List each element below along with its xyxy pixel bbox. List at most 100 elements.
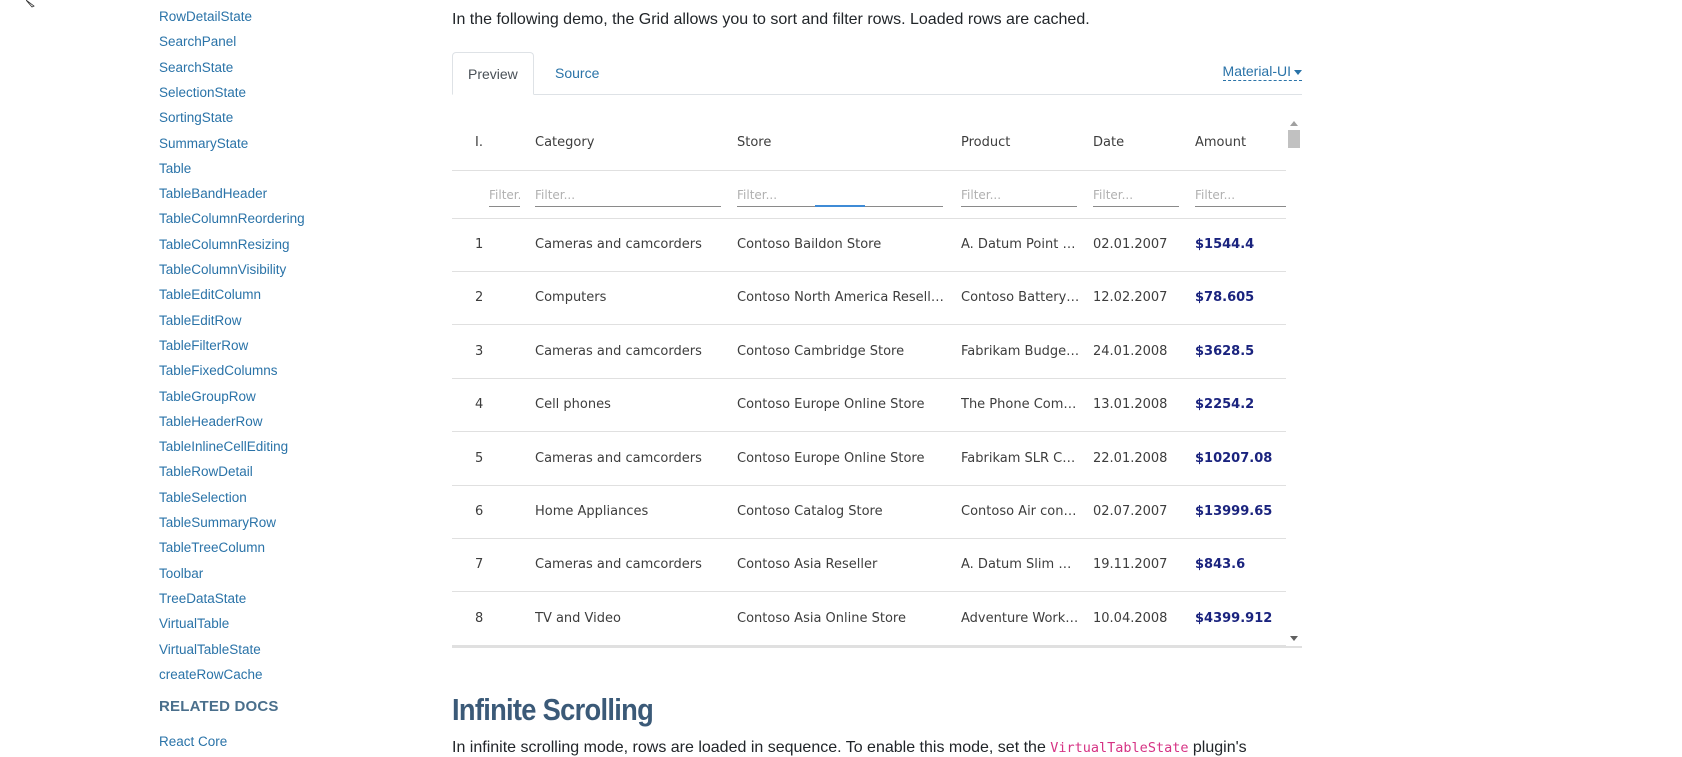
sidebar-item-summarystate[interactable]: SummaryState: [159, 135, 248, 153]
table-row[interactable]: 8 TV and Video Contoso Asia Online Store Ad…: [452, 593, 1286, 646]
scroll-down-arrow-icon[interactable]: [1290, 636, 1298, 641]
cell-date: 19.11.2007: [1093, 557, 1168, 573]
filter-input-amount[interactable]: [1195, 183, 1289, 207]
sidebar-item-tablegrouprow[interactable]: TableGroupRow: [159, 388, 256, 406]
cell-category: Cameras and camcorders: [535, 343, 702, 359]
table-row[interactable]: 7 Cameras and camcorders Contoso Asia Rese…: [452, 539, 1286, 593]
sidebar-item-sortingstate[interactable]: SortingState: [159, 109, 233, 127]
sidebar-item-searchstate[interactable]: SearchState: [159, 59, 233, 77]
cell-product: A. Datum Slim D…: [961, 557, 1081, 573]
sidebar-item-tablecolumnvisibility[interactable]: TableColumnVisibility: [159, 261, 286, 279]
sidebar-item-tablecolumnresizing[interactable]: TableColumnResizing: [159, 236, 290, 254]
sidebar-item-table[interactable]: Table: [159, 160, 191, 178]
grid-body: I. CategoryStore ProductDateAmount 1 Camera…: [452, 115, 1289, 646]
filter-input-date[interactable]: [1093, 183, 1179, 207]
cell-amount: $78.605: [1195, 290, 1255, 306]
cell-category: Home Appliances: [535, 504, 649, 519]
cell-index: 8: [475, 610, 484, 626]
cell-product: Adventure Work…: [961, 610, 1079, 626]
column-header-category[interactable]: Category: [535, 115, 725, 170]
caret-down-icon: [1294, 69, 1302, 75]
scroll-up-arrow-icon[interactable]: [1290, 121, 1298, 126]
column-header-index[interactable]: I.: [475, 115, 515, 170]
demo-tabs: Preview Source Material-UI: [452, 52, 1302, 95]
paragraph-text-end: plugin's: [1188, 739, 1247, 756]
cell-product: Fabrikam Budge…: [961, 343, 1080, 359]
sidebar-item-tabletreecolumn[interactable]: TableTreeColumn: [159, 539, 265, 557]
related-item-react-core[interactable]: React Core: [159, 733, 227, 751]
sidebar-item-searchpanel[interactable]: SearchPanel: [159, 33, 236, 51]
cell-date: 02.01.2007: [1093, 237, 1168, 252]
cell-category: Cameras and camcorders: [535, 557, 702, 573]
cell-product: Fabrikam SLR C…: [961, 450, 1076, 466]
paragraph-text: In infinite scrolling mode, rows are loa…: [452, 739, 1051, 756]
filter-input-category[interactable]: [535, 183, 721, 207]
cell-store: Contoso Asia Online Store: [737, 610, 906, 626]
data-grid: I. CategoryStore ProductDateAmount 1 Camera…: [452, 115, 1302, 648]
sidebar-item-tableinlinecellediting[interactable]: TableInlineCellEditing: [159, 438, 288, 456]
cell-category: TV and Video: [535, 610, 621, 626]
cell-index: 5: [475, 450, 484, 466]
table-row[interactable]: 5 Cameras and camcorders Contoso Europe On…: [452, 433, 1286, 486]
table-row[interactable]: 4 Cell phones Contoso Europe Online Store T…: [452, 379, 1286, 433]
cell-date: 24.01.2008: [1093, 343, 1168, 359]
sidebar-item-treedatastate[interactable]: TreeDataState: [159, 590, 246, 608]
cell-store: Contoso Cambridge Store: [737, 343, 905, 359]
tab-source[interactable]: Source: [540, 52, 614, 93]
table-row[interactable]: 6 Home Appliances Contoso Catalog Store Con…: [452, 486, 1286, 539]
sidebar-item-tableheaderrow[interactable]: TableHeaderRow: [159, 413, 263, 431]
column-header-date[interactable]: Date: [1093, 115, 1188, 170]
cell-store: Contoso Europe Online Store: [737, 450, 925, 466]
cell-index: 4: [475, 397, 484, 413]
sidebar-item-virtualtable[interactable]: VirtualTable: [159, 615, 229, 633]
sidebar-item-createrowcache[interactable]: createRowCache: [159, 666, 263, 684]
cell-amount: $4399.912: [1195, 610, 1273, 626]
sidebar-item-virtualtablestate[interactable]: VirtualTableState: [159, 641, 261, 659]
table-row[interactable]: 2 Computers Contoso North America Resell… C…: [452, 272, 1286, 326]
section-title: Infinite Scrolling: [452, 692, 654, 727]
sidebar-item-tablefilterrow[interactable]: TableFilterRow: [159, 337, 248, 355]
cell-product: The Phone Com…: [961, 397, 1077, 413]
sidebar-item-selectionstate[interactable]: SelectionState: [159, 84, 246, 102]
filter-input-store[interactable]: [737, 183, 943, 207]
section-paragraph: In infinite scrolling mode, rows are loa…: [452, 739, 1247, 757]
cell-category: Computers: [535, 290, 607, 306]
sidebar-item-tablefixedcolumns[interactable]: TableFixedColumns: [159, 362, 278, 380]
sidebar-item-tablebandheader[interactable]: TableBandHeader: [159, 185, 267, 203]
intro-text: In the following demo, the Grid allows y…: [452, 11, 1090, 28]
related-docs-heading: RELATED DOCS: [159, 698, 279, 715]
filter-input-product[interactable]: [961, 183, 1077, 207]
mouse-cursor-icon: [26, 0, 35, 8]
table-row[interactable]: 3 Cameras and camcorders Contoso Cambridge…: [452, 326, 1286, 379]
cell-index: 6: [475, 504, 484, 519]
sidebar-item-rowdetailstate[interactable]: RowDetailState: [159, 8, 252, 26]
cell-amount: $3628.5: [1195, 343, 1255, 359]
filter-input-index[interactable]: [489, 183, 520, 207]
sidebar-item-tablecolumnreordering[interactable]: TableColumnReordering: [159, 210, 305, 228]
filter-focus-indicator: [815, 205, 865, 207]
column-header-amount[interactable]: Amount: [1195, 115, 1285, 170]
cell-date: 13.01.2008: [1093, 397, 1168, 413]
sidebar-item-tableeditcolumn[interactable]: TableEditColumn: [159, 286, 261, 304]
cell-amount: $13999.65: [1195, 504, 1273, 519]
sidebar-item-tablesummaryrow[interactable]: TableSummaryRow: [159, 514, 276, 532]
tab-preview[interactable]: Preview: [452, 52, 534, 95]
vertical-scrollbar[interactable]: [1286, 115, 1302, 646]
column-header-store[interactable]: Store: [737, 115, 947, 170]
cell-date: 10.04.2008: [1093, 610, 1168, 626]
cell-index: 1: [475, 237, 484, 252]
sidebar-item-toolbar[interactable]: Toolbar: [159, 565, 203, 583]
cell-date: 12.02.2007: [1093, 290, 1168, 306]
sidebar-item-tableselection[interactable]: TableSelection: [159, 489, 247, 507]
theme-select[interactable]: Material-UI: [1222, 63, 1302, 81]
filter-row: [452, 171, 1289, 219]
sidebar-item-tableeditrow[interactable]: TableEditRow: [159, 312, 242, 330]
column-header-product[interactable]: Product: [961, 115, 1081, 170]
scrollbar-thumb[interactable]: [1288, 130, 1300, 148]
cell-category: Cell phones: [535, 397, 611, 413]
table-row[interactable]: 1 Cameras and camcorders Contoso Baildon S…: [452, 219, 1286, 272]
cell-amount: $843.6: [1195, 557, 1246, 573]
theme-select-label: Material-UI: [1222, 63, 1291, 79]
cell-index: 3: [475, 343, 484, 359]
sidebar-item-tablerowdetail[interactable]: TableRowDetail: [159, 463, 253, 481]
